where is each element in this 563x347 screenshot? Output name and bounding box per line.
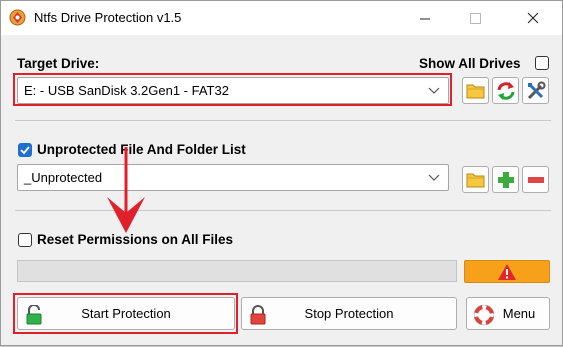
folder-icon [466,84,484,98]
reset-permissions-checkbox[interactable] [18,233,32,247]
title-bar: Ntfs Drive Protection v1.5 [1,1,562,35]
refresh-drives-button[interactable] [492,77,519,104]
show-all-drives-checkbox[interactable] [535,56,549,70]
close-button[interactable] [510,1,556,35]
start-protection-highlight [13,293,238,334]
chevron-down-icon [428,174,440,181]
window-title: Ntfs Drive Protection v1.5 [34,10,182,25]
separator [15,210,551,211]
warning-icon [498,263,516,280]
show-all-drives-label: Show All Drives [419,56,521,71]
minimize-icon [419,18,430,19]
stop-protection-button[interactable]: Stop Protection [241,297,457,330]
checkmark-icon [20,146,30,155]
minimize-button[interactable] [402,1,448,35]
menu-label: Menu [502,306,536,321]
menu-button[interactable]: Menu [466,297,550,330]
add-unprotected-button[interactable] [492,166,519,193]
close-icon [527,12,539,24]
app-window: Ntfs Drive Protection v1.5 Target Drive:… [0,0,563,346]
shield-app-icon [9,9,26,26]
progress-bar [17,260,457,282]
lock-closed-icon [250,305,266,325]
warning-button[interactable] [464,260,550,283]
unprotected-list-label: Unprotected File And Folder List [37,142,246,157]
maximize-button [452,1,498,35]
reset-permissions-label: Reset Permissions on All Files [37,232,234,247]
lifebuoy-icon [474,305,494,325]
separator [15,120,551,121]
remove-unprotected-button[interactable] [522,166,549,193]
folder-icon [466,173,484,187]
unprotected-list-checkbox[interactable] [18,143,32,157]
maximize-icon [469,12,481,24]
browse-drive-button[interactable] [462,77,489,104]
browse-unprotected-button[interactable] [462,166,489,193]
unprotected-folder-value: _Unprotected [24,170,103,185]
tools-icon [527,81,545,99]
refresh-icon [497,81,514,100]
plus-icon [497,171,514,188]
tools-button[interactable] [522,77,549,104]
stop-protection-label: Stop Protection [304,306,394,321]
target-drive-highlight [13,73,452,106]
minus-icon [527,176,544,183]
unprotected-folder-select[interactable]: _Unprotected [17,164,449,191]
target-drive-label: Target Drive: [17,56,100,71]
